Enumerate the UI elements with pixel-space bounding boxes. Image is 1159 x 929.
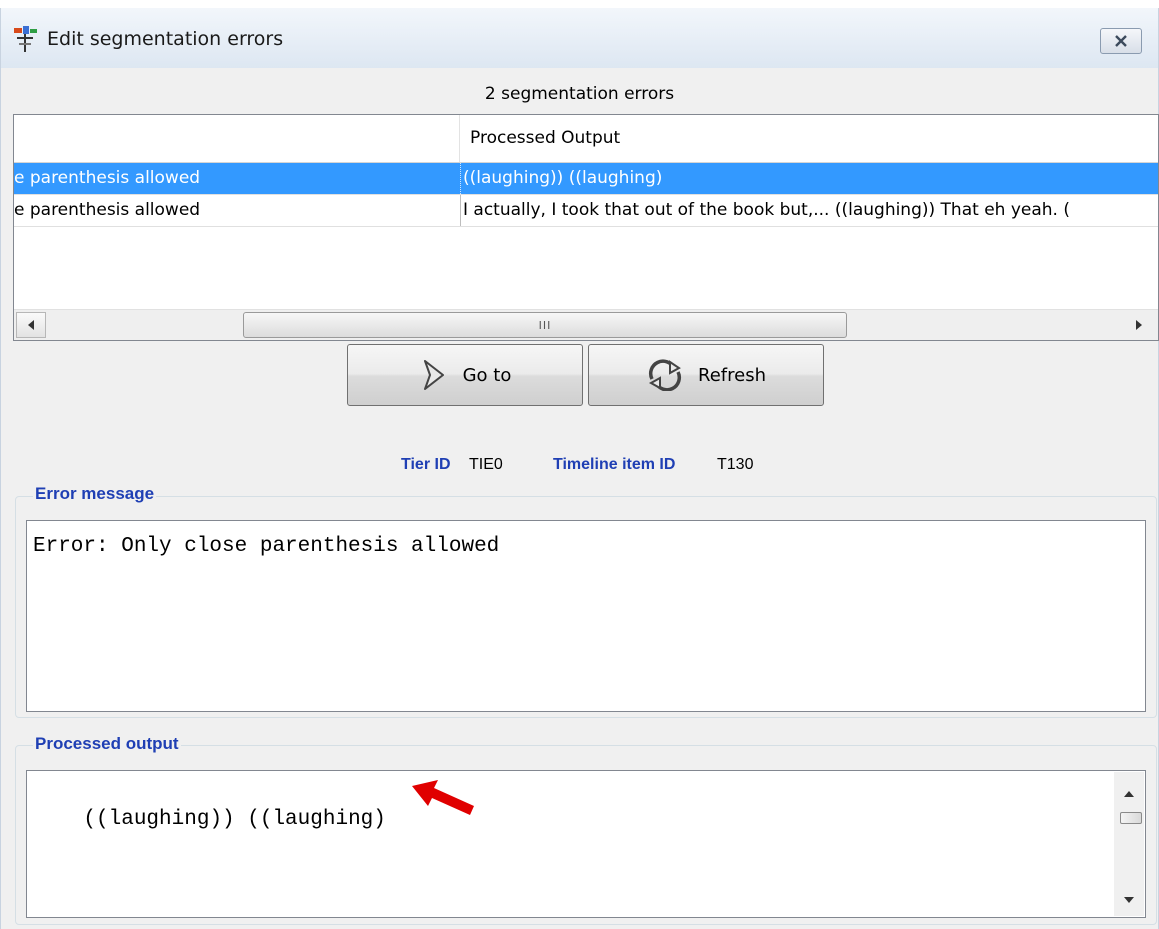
- processed-output-text: ((laughing)) ((laughing): [83, 808, 386, 831]
- arrow-right-icon: [1136, 320, 1142, 330]
- scroll-thumb[interactable]: III: [243, 312, 847, 338]
- errors-table: Processed Output e parenthesis allowed (…: [13, 114, 1159, 341]
- timeline-item-id-value: T130: [717, 456, 754, 473]
- scroll-thumb[interactable]: [1120, 812, 1142, 824]
- arrow-left-icon: [28, 320, 34, 330]
- table-row[interactable]: e parenthesis allowed ((laughing)) ((lau…: [14, 163, 1158, 194]
- close-icon: [1115, 35, 1127, 47]
- error-message-title: Error message: [33, 484, 157, 504]
- scroll-right-button[interactable]: [1124, 312, 1154, 338]
- arrow-up-icon: [1124, 791, 1134, 797]
- title-bar: Edit segmentation errors: [1, 8, 1158, 68]
- horizontal-scrollbar[interactable]: III: [14, 309, 1158, 340]
- window-title: Edit segmentation errors: [47, 28, 284, 50]
- tier-id-value: TIE0: [469, 456, 503, 473]
- refresh-icon: [648, 359, 682, 391]
- timeline-item-id-label: Timeline item ID: [553, 456, 676, 473]
- refresh-button[interactable]: Refresh: [588, 344, 824, 406]
- arrow-down-icon: [1124, 897, 1134, 903]
- go-to-button[interactable]: Go to: [347, 344, 583, 406]
- scroll-up-button[interactable]: [1114, 780, 1144, 808]
- dialog-window: Edit segmentation errors 2 segmentation …: [0, 8, 1159, 929]
- tier-id-label: Tier ID: [401, 456, 451, 473]
- annotation-arrow-icon: [412, 780, 474, 815]
- vertical-scrollbar[interactable]: [1114, 772, 1144, 916]
- error-cell: e parenthesis allowed: [14, 200, 201, 220]
- output-cell: ((laughing)) ((laughing): [460, 163, 1158, 194]
- close-button[interactable]: [1100, 28, 1142, 54]
- processed-output-title: Processed output: [33, 734, 181, 754]
- column-header-processed-output[interactable]: Processed Output: [460, 115, 620, 162]
- error-cell: e parenthesis allowed: [14, 168, 201, 188]
- segmentation-tool-icon: [14, 26, 37, 52]
- scroll-down-button[interactable]: [1114, 886, 1144, 914]
- column-header-error[interactable]: [14, 115, 460, 162]
- scroll-left-button[interactable]: [16, 312, 46, 338]
- chevron-right-icon: [423, 360, 444, 390]
- refresh-label: Refresh: [698, 364, 766, 386]
- output-cell: I actually, I took that out of the book …: [460, 195, 1158, 226]
- error-message-textarea[interactable]: Error: Only close parenthesis allowed: [26, 520, 1146, 712]
- go-to-label: Go to: [462, 364, 512, 386]
- processed-output-textarea[interactable]: ((laughing)) ((laughing): [26, 770, 1146, 918]
- table-header: Processed Output: [14, 115, 1158, 163]
- error-count: 2 segmentation errors: [484, 84, 675, 104]
- table-row[interactable]: e parenthesis allowed I actually, I took…: [14, 194, 1158, 227]
